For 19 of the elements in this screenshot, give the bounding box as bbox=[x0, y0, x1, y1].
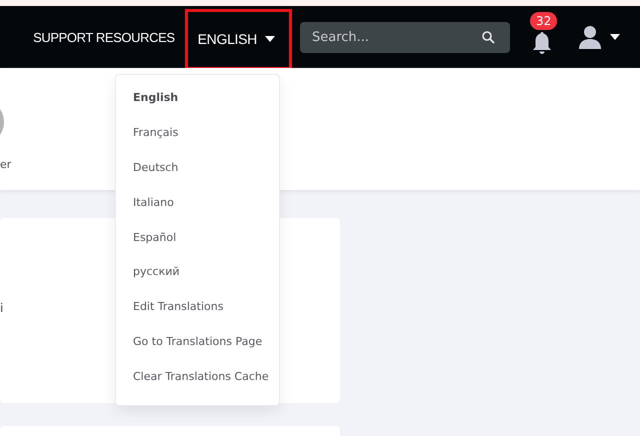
search-icon bbox=[482, 30, 495, 44]
card-text: i bbox=[0, 301, 4, 315]
avatar-caption: er bbox=[0, 158, 12, 171]
menu-item[interactable]: Italiano bbox=[116, 188, 279, 223]
search-field[interactable]: Search... bbox=[300, 22, 510, 52]
bell-icon[interactable] bbox=[532, 31, 552, 55]
notification-badge: 32 bbox=[530, 12, 558, 30]
menu-item[interactable]: русский bbox=[116, 257, 279, 292]
menu-item[interactable]: Go to Translations Page bbox=[116, 327, 279, 362]
menu-item[interactable]: Clear Translations Cache bbox=[116, 362, 279, 398]
caret-icon bbox=[265, 36, 275, 42]
menu-item[interactable]: English bbox=[116, 83, 279, 118]
menu-item[interactable]: Edit Translations bbox=[116, 292, 279, 328]
menu-item[interactable]: Français bbox=[116, 118, 279, 153]
caret-icon[interactable] bbox=[610, 34, 620, 40]
support-resources-link[interactable]: SUPPORT RESOURCES bbox=[33, 30, 175, 44]
menu-item[interactable]: Deutsch bbox=[116, 152, 279, 188]
menu-item[interactable]: Español bbox=[116, 222, 279, 258]
user-avatar-icon[interactable] bbox=[578, 25, 602, 49]
